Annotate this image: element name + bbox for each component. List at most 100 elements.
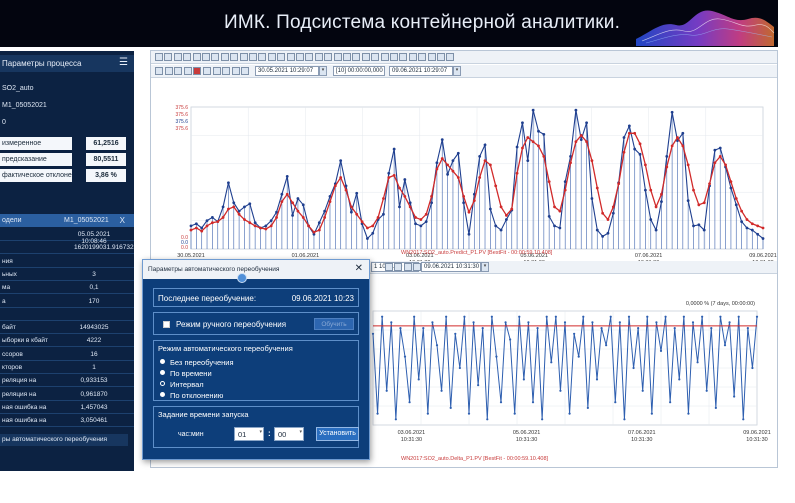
toolbar-tool-icon[interactable] (211, 53, 220, 61)
toolbar-nav-icon[interactable] (231, 67, 240, 75)
toolbar-tool-icon[interactable] (333, 53, 342, 61)
predicted-point (713, 161, 717, 165)
toolbar-tool-icon[interactable] (249, 53, 257, 61)
mode-radio-time[interactable]: По времени (160, 369, 212, 378)
toolbar-tool-icon[interactable] (314, 53, 323, 61)
toolbar-tool-icon[interactable] (277, 53, 286, 61)
start-datetime-field[interactable]: 30.05.2021 10:29:07 (255, 66, 319, 76)
toolbar-nav-icon[interactable] (212, 67, 221, 75)
toolbar-tool-icon[interactable] (239, 53, 248, 61)
toolbar-tool-icon[interactable] (403, 263, 412, 271)
measured-point (221, 205, 225, 209)
refresh-icon[interactable] (237, 273, 247, 283)
model-property-row (0, 309, 134, 321)
model-property-value: 3 (92, 270, 96, 278)
predicted-point (494, 184, 498, 188)
toolbar-tool-icon[interactable] (361, 53, 370, 61)
toolbar-tool-icon[interactable] (384, 263, 393, 271)
toolbar-tool-icon[interactable] (390, 53, 398, 61)
delta-point (467, 412, 471, 415)
retrain-settings-link[interactable]: ры автоматического переобучения (0, 434, 128, 446)
toolbar-tool-icon[interactable] (324, 53, 333, 61)
interval-field[interactable]: [10] 00:00:00,000 (333, 66, 385, 76)
toolbar-tool-icon[interactable] (437, 53, 445, 61)
chevron-down-icon[interactable]: ▾ (481, 262, 489, 272)
manual-mode-checkbox[interactable] (163, 321, 170, 328)
toolbar-tool-icon[interactable] (286, 53, 295, 61)
model-property-value: 4222 (86, 337, 102, 345)
predicted-point (344, 188, 348, 192)
toolbar-tool-icon[interactable] (173, 53, 182, 61)
toolbar-nav-icon[interactable] (155, 67, 163, 75)
lower-end-field[interactable]: 09.06.2021 10:31:30 (421, 262, 481, 272)
toolbar-tool-icon[interactable] (413, 263, 422, 271)
toolbar-nav-icon[interactable] (193, 67, 202, 75)
close-icon[interactable]: X (120, 216, 125, 225)
model-property-key: реляция на (2, 377, 37, 385)
toolbar-tool-icon[interactable] (408, 53, 417, 61)
measured-point (574, 108, 578, 112)
toolbar-tool-icon[interactable] (380, 53, 389, 61)
toolbar-tool-icon[interactable] (192, 53, 201, 61)
toolbar-tool-icon[interactable] (202, 53, 210, 61)
delta-point (554, 315, 557, 318)
predicted-point (660, 192, 663, 196)
predicted-point (686, 163, 690, 167)
mode-radio-deviation[interactable]: По отклонению (160, 391, 223, 400)
measured-point (371, 231, 375, 235)
measured-point (285, 175, 289, 178)
predicted-point (317, 228, 321, 232)
toolbar-tool-icon[interactable] (427, 53, 436, 61)
toolbar-nav-icon[interactable] (241, 67, 250, 75)
chevron-down-icon[interactable]: ▾ (453, 66, 461, 76)
measured-point (654, 228, 658, 232)
menu-icon[interactable]: ☰ (119, 57, 128, 68)
toolbar-tool-icon[interactable] (155, 53, 163, 61)
mode-radio-none[interactable]: Без переобучения (160, 358, 234, 367)
set-button[interactable]: Установить (316, 427, 359, 441)
toolbar-tool-icon[interactable] (267, 53, 276, 61)
toolbar-tool-icon[interactable] (446, 53, 455, 61)
delta-point (527, 321, 530, 324)
toolbar-nav-icon[interactable] (203, 67, 211, 75)
toolbar-tool-icon[interactable] (220, 53, 229, 61)
hour-select[interactable]: 01 ▾ (234, 427, 264, 441)
toolbar-tool-icon[interactable] (371, 53, 380, 61)
measured-point (243, 205, 246, 209)
predicted-point (643, 163, 647, 167)
predicted-point (419, 218, 423, 221)
toolbar-nav-icon[interactable] (164, 67, 173, 75)
toolbar-tool-icon[interactable] (352, 53, 361, 61)
close-icon[interactable]: ✕ (355, 263, 363, 274)
measured-point (382, 212, 385, 216)
mode-radio-interval[interactable]: Интервал (160, 380, 204, 389)
toolbar-tool-icon[interactable] (164, 53, 173, 61)
minute-select[interactable]: 00 ▾ (274, 427, 304, 441)
toolbar-tool-icon[interactable] (183, 53, 192, 61)
toolbar-nav-icon[interactable] (222, 67, 231, 75)
predicted-point (761, 226, 765, 230)
toolbar-tool-icon[interactable] (296, 53, 304, 61)
delta-point (687, 412, 690, 415)
train-button[interactable]: Обучить (314, 318, 354, 330)
toolbar-tool-icon[interactable] (230, 53, 239, 61)
delta-point (646, 315, 649, 318)
measured-point (494, 224, 498, 228)
toolbar-tool-icon[interactable] (399, 53, 408, 61)
end-datetime-field[interactable]: 09.06.2021 10:29:07 (389, 66, 453, 76)
toolbar-tool-icon[interactable] (418, 53, 427, 61)
toolbar-nav-icon[interactable] (183, 67, 192, 75)
predicted-point (387, 176, 391, 179)
toolbar-tool-icon[interactable] (305, 53, 314, 61)
toolbar-tool-icon[interactable] (343, 53, 351, 61)
x-tick-label: 10:31:30 (401, 437, 422, 443)
toolbar-nav-icon[interactable] (174, 67, 183, 75)
toolbar-tool-icon[interactable] (394, 263, 403, 271)
toolbar-tool-icon[interactable] (258, 53, 267, 61)
deviation-value: 3,86 % (86, 169, 126, 182)
delta-point (458, 366, 461, 370)
time-label: час:мин (178, 431, 204, 438)
measured-point (595, 228, 599, 232)
chevron-down-icon[interactable]: ▾ (319, 66, 327, 76)
radio-dot-icon (160, 370, 165, 375)
